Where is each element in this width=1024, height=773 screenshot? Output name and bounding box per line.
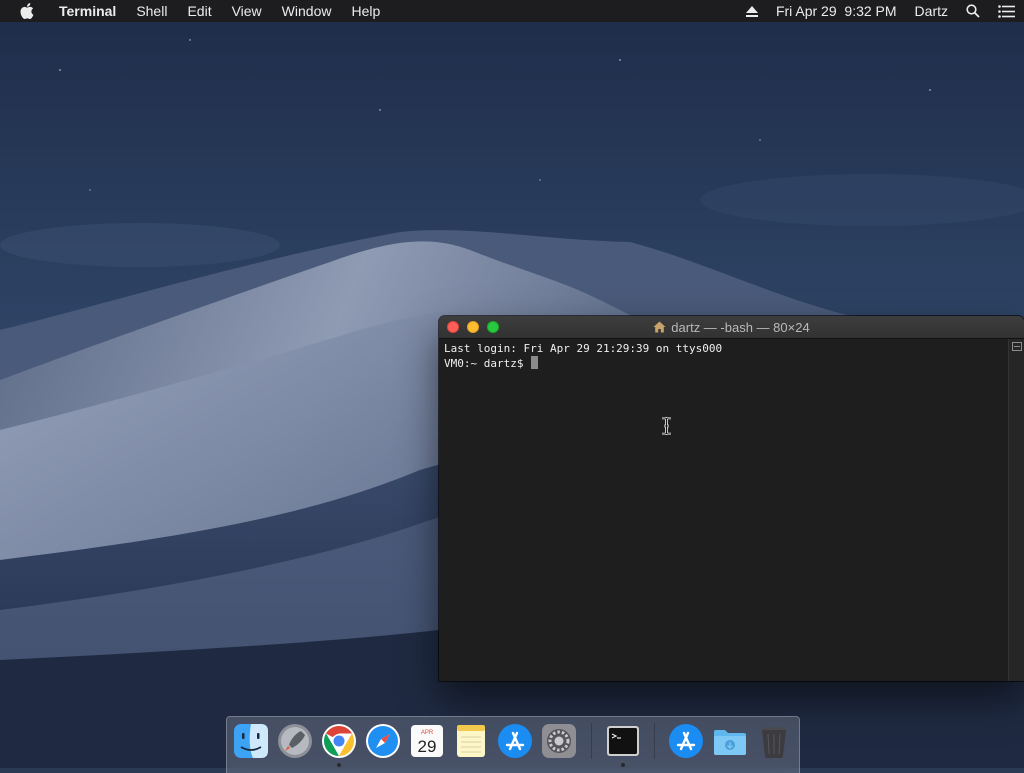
- safari-icon: [366, 724, 400, 758]
- menu-app-name[interactable]: Terminal: [47, 0, 126, 22]
- menu-clock[interactable]: Fri Apr 29 9:32 PM: [776, 0, 897, 22]
- app-store-folder-icon: [669, 724, 703, 758]
- dock-separator: [591, 723, 592, 759]
- close-button[interactable]: [447, 321, 459, 333]
- window-titlebar[interactable]: dartz — -bash — 80×24: [439, 316, 1024, 339]
- terminal-scrollbar[interactable]: [1008, 339, 1024, 681]
- shell-prompt: VM0:~ dartz$: [444, 357, 531, 370]
- calendar-icon: APR 29: [411, 725, 443, 757]
- text-cursor: [531, 356, 539, 369]
- dock-downloads[interactable]: [711, 722, 749, 760]
- chrome-icon: [322, 724, 356, 758]
- zoom-button[interactable]: [487, 321, 499, 333]
- menu-bar: Terminal Shell Edit View Window Help Fri…: [0, 0, 1024, 22]
- dock-chrome[interactable]: [320, 722, 358, 760]
- window-controls: [447, 321, 499, 333]
- dock-safari[interactable]: [364, 722, 402, 760]
- dock-system-preferences[interactable]: [540, 722, 578, 760]
- apple-icon[interactable]: [19, 3, 35, 19]
- dock-terminal[interactable]: [604, 722, 642, 760]
- dock-calendar[interactable]: APR 29: [408, 722, 446, 760]
- dock-finder[interactable]: [232, 722, 270, 760]
- calendar-day: 29: [418, 737, 437, 756]
- menu-view[interactable]: View: [222, 0, 272, 22]
- ibeam-cursor-icon: [662, 417, 671, 435]
- launchpad-icon: [278, 724, 312, 758]
- eject-icon[interactable]: [745, 5, 758, 17]
- dock-notes[interactable]: [452, 722, 490, 760]
- terminal-icon: [607, 726, 639, 756]
- dock-trash[interactable]: [755, 722, 793, 760]
- terminal-line-login: Last login: Fri Apr 29 21:29:39 on ttys0…: [444, 342, 723, 355]
- system-preferences-icon: [542, 724, 576, 758]
- menu-shell[interactable]: Shell: [126, 0, 177, 22]
- dock-launchpad[interactable]: [276, 722, 314, 760]
- notes-icon: [457, 725, 485, 757]
- finder-icon: [234, 724, 268, 758]
- spotlight-search-icon[interactable]: [966, 4, 980, 18]
- window-title-text: dartz — -bash — 80×24: [671, 319, 810, 335]
- downloads-folder-icon: [714, 730, 746, 755]
- dock-app-store[interactable]: [496, 722, 534, 760]
- minimize-button[interactable]: [467, 321, 479, 333]
- calendar-month: APR: [421, 730, 434, 736]
- running-indicator-chrome: [337, 763, 341, 767]
- split-pane-icon[interactable]: [1012, 342, 1022, 351]
- dock-applications[interactable]: [667, 722, 705, 760]
- terminal-line-prompt: VM0:~ dartz$: [444, 356, 1004, 371]
- app-store-icon: [498, 724, 532, 758]
- notification-center-icon[interactable]: [998, 4, 1015, 18]
- menu-help[interactable]: Help: [341, 0, 390, 22]
- menu-user[interactable]: Dartz: [915, 0, 948, 22]
- running-indicator-terminal: [621, 763, 625, 767]
- home-folder-icon: [653, 321, 666, 333]
- menu-bar-extras: Fri Apr 29 9:32 PM Dartz: [737, 0, 1024, 22]
- terminal-window[interactable]: dartz — -bash — 80×24 Last login: Fri Ap…: [439, 316, 1024, 681]
- dock: APR 29: [226, 716, 800, 773]
- window-title: dartz — -bash — 80×24: [439, 316, 1024, 338]
- trash-icon: [762, 727, 786, 758]
- dock-separator-2: [654, 723, 655, 759]
- menu-edit[interactable]: Edit: [177, 0, 221, 22]
- terminal-content[interactable]: Last login: Fri Apr 29 21:29:39 on ttys0…: [439, 339, 1009, 681]
- menu-window[interactable]: Window: [272, 0, 342, 22]
